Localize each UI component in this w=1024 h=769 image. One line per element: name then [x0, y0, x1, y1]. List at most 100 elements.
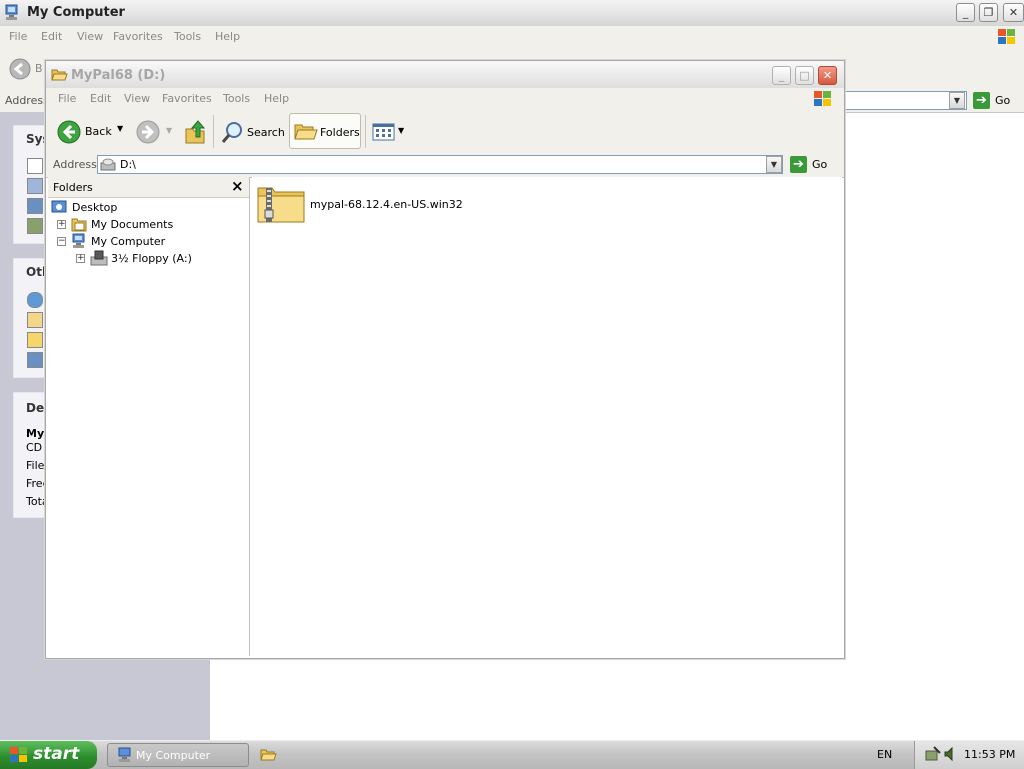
minimize-button[interactable]: _ [772, 66, 791, 85]
tree-item-label: Desktop [72, 201, 118, 214]
menu-favorites[interactable]: Favorites [162, 92, 212, 105]
menu-bar: File Edit View Favorites Tools Help [46, 88, 844, 112]
back-arrow-icon [57, 120, 81, 144]
task-icon[interactable] [27, 198, 43, 214]
windows-logo-icon [814, 91, 831, 106]
file-item[interactable]: mypal-68.12.4.en-US.win32 [256, 182, 476, 224]
tree-item-my-computer[interactable]: − My Computer [51, 233, 241, 250]
folders-label: Folders [320, 126, 360, 139]
windows-logo-icon [998, 29, 1015, 44]
menu-edit[interactable]: Edit [90, 92, 111, 105]
expand-toggle[interactable]: + [57, 220, 66, 229]
my-computer-icon [72, 233, 85, 248]
language-indicator[interactable]: EN [877, 748, 892, 761]
details-line: CD [26, 441, 43, 454]
search-button[interactable]: Search [219, 119, 285, 145]
folders-icon [294, 124, 318, 140]
address-bar: Address D:\ ▼ ➔ Go [46, 153, 844, 178]
task-icon[interactable] [27, 178, 43, 194]
views-icon [372, 123, 395, 141]
views-dropdown-icon[interactable]: ▼ [398, 126, 404, 135]
up-folder-icon[interactable] [184, 119, 208, 145]
close-icon[interactable]: × [231, 177, 244, 195]
window-title: My Computer [27, 5, 125, 20]
windows-logo-icon [10, 747, 27, 762]
details-line: My [26, 427, 45, 440]
my-computer-icon [5, 4, 18, 20]
taskbar-button-label: My Computer [136, 749, 211, 762]
folders-pane-header: Folders × [48, 177, 249, 198]
task-icon[interactable] [27, 218, 43, 234]
task-icon[interactable] [27, 158, 43, 174]
go-label[interactable]: Go [995, 94, 1010, 107]
my-documents-icon [71, 218, 87, 232]
menu-edit[interactable]: Edit [41, 30, 62, 43]
task-icon[interactable] [27, 292, 43, 308]
address-value: D:\ [120, 158, 136, 171]
taskbar: start My Computer EN 11:53 PM [0, 740, 1024, 769]
taskbar-button-folder[interactable] [252, 743, 282, 767]
restore-button[interactable]: ❐ [979, 3, 998, 22]
toolbar: Back ▼ ▼ Search Folders ▼ [46, 111, 844, 154]
menu-view[interactable]: View [124, 92, 150, 105]
task-icon[interactable] [27, 352, 43, 368]
go-arrow-icon[interactable]: ➔ [790, 156, 807, 173]
menu-file[interactable]: File [9, 30, 27, 43]
floppy-drive-icon [90, 250, 108, 266]
close-button[interactable]: ✕ [818, 66, 837, 85]
task-icon[interactable] [27, 312, 43, 328]
tree-item-floppy[interactable]: + 3½ Floppy (A:) [51, 250, 241, 267]
minimize-button[interactable]: _ [956, 3, 975, 22]
my-computer-icon [118, 747, 131, 762]
volume-icon[interactable] [943, 746, 957, 762]
menu-view[interactable]: View [77, 30, 103, 43]
maximize-button[interactable]: □ [795, 66, 814, 85]
back-label: Back [85, 125, 112, 138]
menu-tools[interactable]: Tools [223, 92, 250, 105]
clock[interactable]: 11:53 PM [964, 748, 1015, 761]
menu-favorites[interactable]: Favorites [113, 30, 163, 43]
folders-pane-title: Folders [53, 181, 93, 194]
menu-help[interactable]: Help [215, 30, 240, 43]
title-bar[interactable]: MyPal68 (D:) _ □ ✕ [46, 61, 844, 88]
details-line: File [26, 459, 45, 472]
address-dropdown-button[interactable]: ▼ [766, 156, 782, 173]
back-button[interactable]: Back ▼ [55, 119, 125, 145]
folders-pane: Folders × Desktop + My Documents − My Co… [48, 177, 250, 656]
back-arrow-icon[interactable] [9, 58, 31, 80]
address-input[interactable]: D:\ [97, 155, 783, 174]
tree-item-my-documents[interactable]: + My Documents [51, 216, 241, 233]
close-button[interactable]: ✕ [1003, 3, 1024, 22]
zip-folder-icon [257, 187, 305, 223]
file-list: mypal-68.12.4.en-US.win32 [252, 177, 842, 656]
taskbar-button-my-computer[interactable]: My Computer [107, 743, 249, 767]
tree-item-label: 3½ Floppy (A:) [111, 252, 192, 265]
menu-help[interactable]: Help [264, 92, 289, 105]
hardware-tray-icon[interactable] [925, 746, 941, 762]
task-icon[interactable] [27, 332, 43, 348]
back-label-fragment: B [35, 62, 43, 75]
start-button[interactable]: start [0, 741, 97, 769]
address-dropdown-button[interactable]: ▼ [949, 92, 965, 109]
forward-arrow-icon[interactable] [136, 120, 160, 144]
go-arrow-icon[interactable]: ➔ [973, 92, 990, 109]
window-title: MyPal68 (D:) [71, 68, 166, 83]
folders-button[interactable]: Folders [289, 113, 361, 149]
menu-bar: File Edit View Favorites Tools Help [0, 26, 1024, 50]
back-dropdown-icon[interactable]: ▼ [117, 124, 123, 133]
views-button[interactable]: ▼ [372, 122, 408, 144]
tree-item-label: My Computer [91, 235, 166, 248]
menu-file[interactable]: File [58, 92, 76, 105]
address-label: Address [5, 94, 49, 107]
expand-toggle[interactable]: + [76, 254, 85, 263]
toolbar-separator [365, 115, 366, 148]
tree-item-desktop[interactable]: Desktop [51, 199, 241, 216]
open-folder-icon [51, 69, 68, 81]
folder-icon [260, 749, 277, 761]
go-label[interactable]: Go [812, 158, 827, 171]
tree-item-label: My Documents [91, 218, 174, 231]
my-computer-title-bar[interactable]: My Computer _ ❐ ✕ [0, 0, 1024, 27]
collapse-toggle[interactable]: − [57, 237, 66, 246]
menu-tools[interactable]: Tools [174, 30, 201, 43]
address-label: Address [53, 158, 97, 171]
